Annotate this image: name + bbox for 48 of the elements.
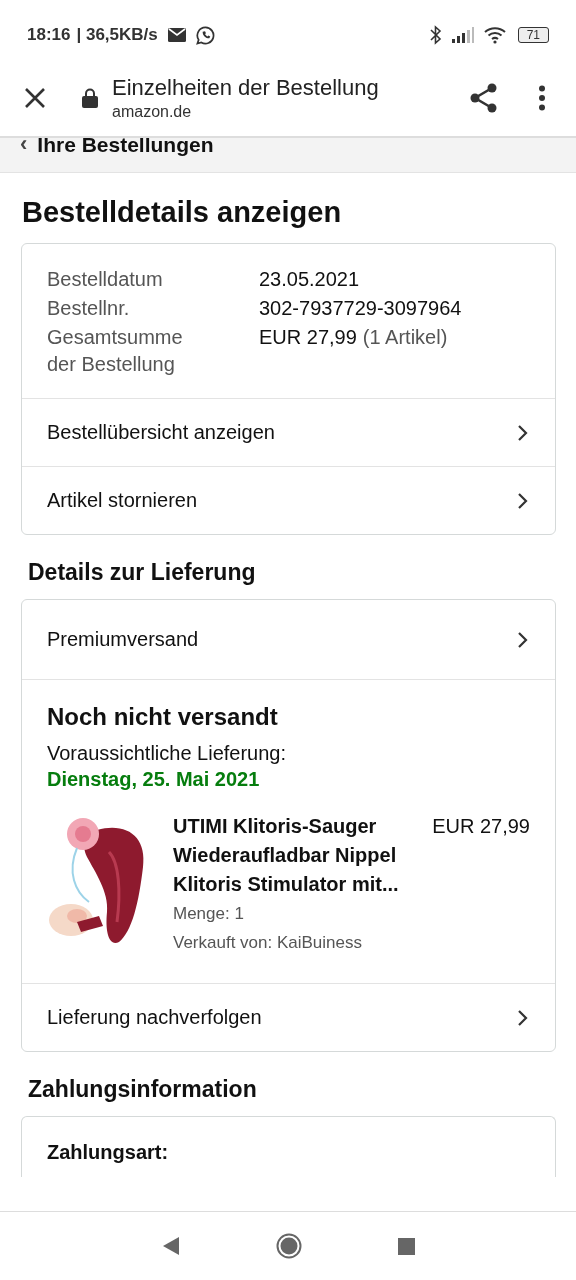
more-icon[interactable] (538, 85, 546, 111)
field-value: 302-7937729-3097964 (259, 297, 462, 319)
battery-icon: 71 (517, 27, 549, 43)
price: EUR 27,99 (432, 814, 530, 839)
url-text: amazon.de (112, 103, 193, 121)
bluetooth-icon (429, 25, 442, 45)
section-heading: Zahlungsinformation (28, 1075, 258, 1104)
signal-icon (451, 27, 474, 43)
section-heading: Details zur Lieferung (28, 558, 257, 587)
link-row[interactable]: Premiumversand (22, 600, 555, 680)
mail-icon (167, 28, 186, 42)
delivery-date: Dienstag, 25. Mai 2021 (47, 767, 261, 792)
row-label: Lieferung nachverfolgen (47, 1006, 262, 1029)
field-label: Bestelldatum (47, 267, 164, 292)
page-title: Einzelheiten der Bestellung (112, 75, 380, 101)
delivery-label: Voraussichtliche Lieferung: (47, 741, 288, 766)
chevron-icon[interactable]: ‹ (20, 138, 28, 156)
field-label: Bestellnr. (47, 296, 131, 321)
back-icon[interactable] (161, 1236, 180, 1256)
link-row[interactable]: Bestellübersicht anzeigen (22, 399, 555, 467)
chevron-icon (516, 423, 529, 442)
chevron-icon (516, 630, 529, 649)
page-heading: Bestelldetails anzeigen (22, 195, 343, 229)
product-link[interactable]: UTIMI Klitoris-Sauger Wiederaufladbar Nippel Klitoris Stimulator mit... (173, 812, 405, 899)
row-label: Artikel stornieren (47, 489, 198, 512)
clock: 18:16 (27, 25, 71, 45)
chevron-icon (516, 491, 529, 510)
payment-label: Zahlungsart: (46, 1140, 170, 1164)
link-row[interactable]: Lieferung nachverfolgen (22, 984, 555, 1051)
field-value: 23.05.2021 (259, 268, 360, 290)
field-label: Gesamtsumme der Bestellung (47, 325, 184, 377)
home-icon[interactable] (275, 1233, 302, 1259)
seller-info: Verkauft von: KaiBuiness (173, 932, 363, 954)
recents-icon[interactable] (397, 1237, 415, 1255)
item-count: (1 Artikel) (362, 326, 448, 348)
network-speed: | 36,5KB/s (76, 25, 158, 45)
quantity: Menge: 1 (173, 903, 245, 925)
chevron-icon (516, 1008, 529, 1027)
field-value: EUR 27,99 (259, 326, 357, 348)
share-icon[interactable] (470, 83, 498, 113)
lock-icon (82, 88, 98, 108)
chat-icon (195, 25, 215, 45)
row-label: Premiumversand (47, 628, 199, 651)
shipment-status: Noch nicht versandt (47, 702, 279, 732)
wifi-icon (483, 26, 508, 44)
row-label: Bestellübersicht anzeigen (47, 421, 275, 444)
close-icon[interactable] (24, 87, 46, 109)
link-row[interactable]: Artikel stornieren (22, 467, 555, 534)
